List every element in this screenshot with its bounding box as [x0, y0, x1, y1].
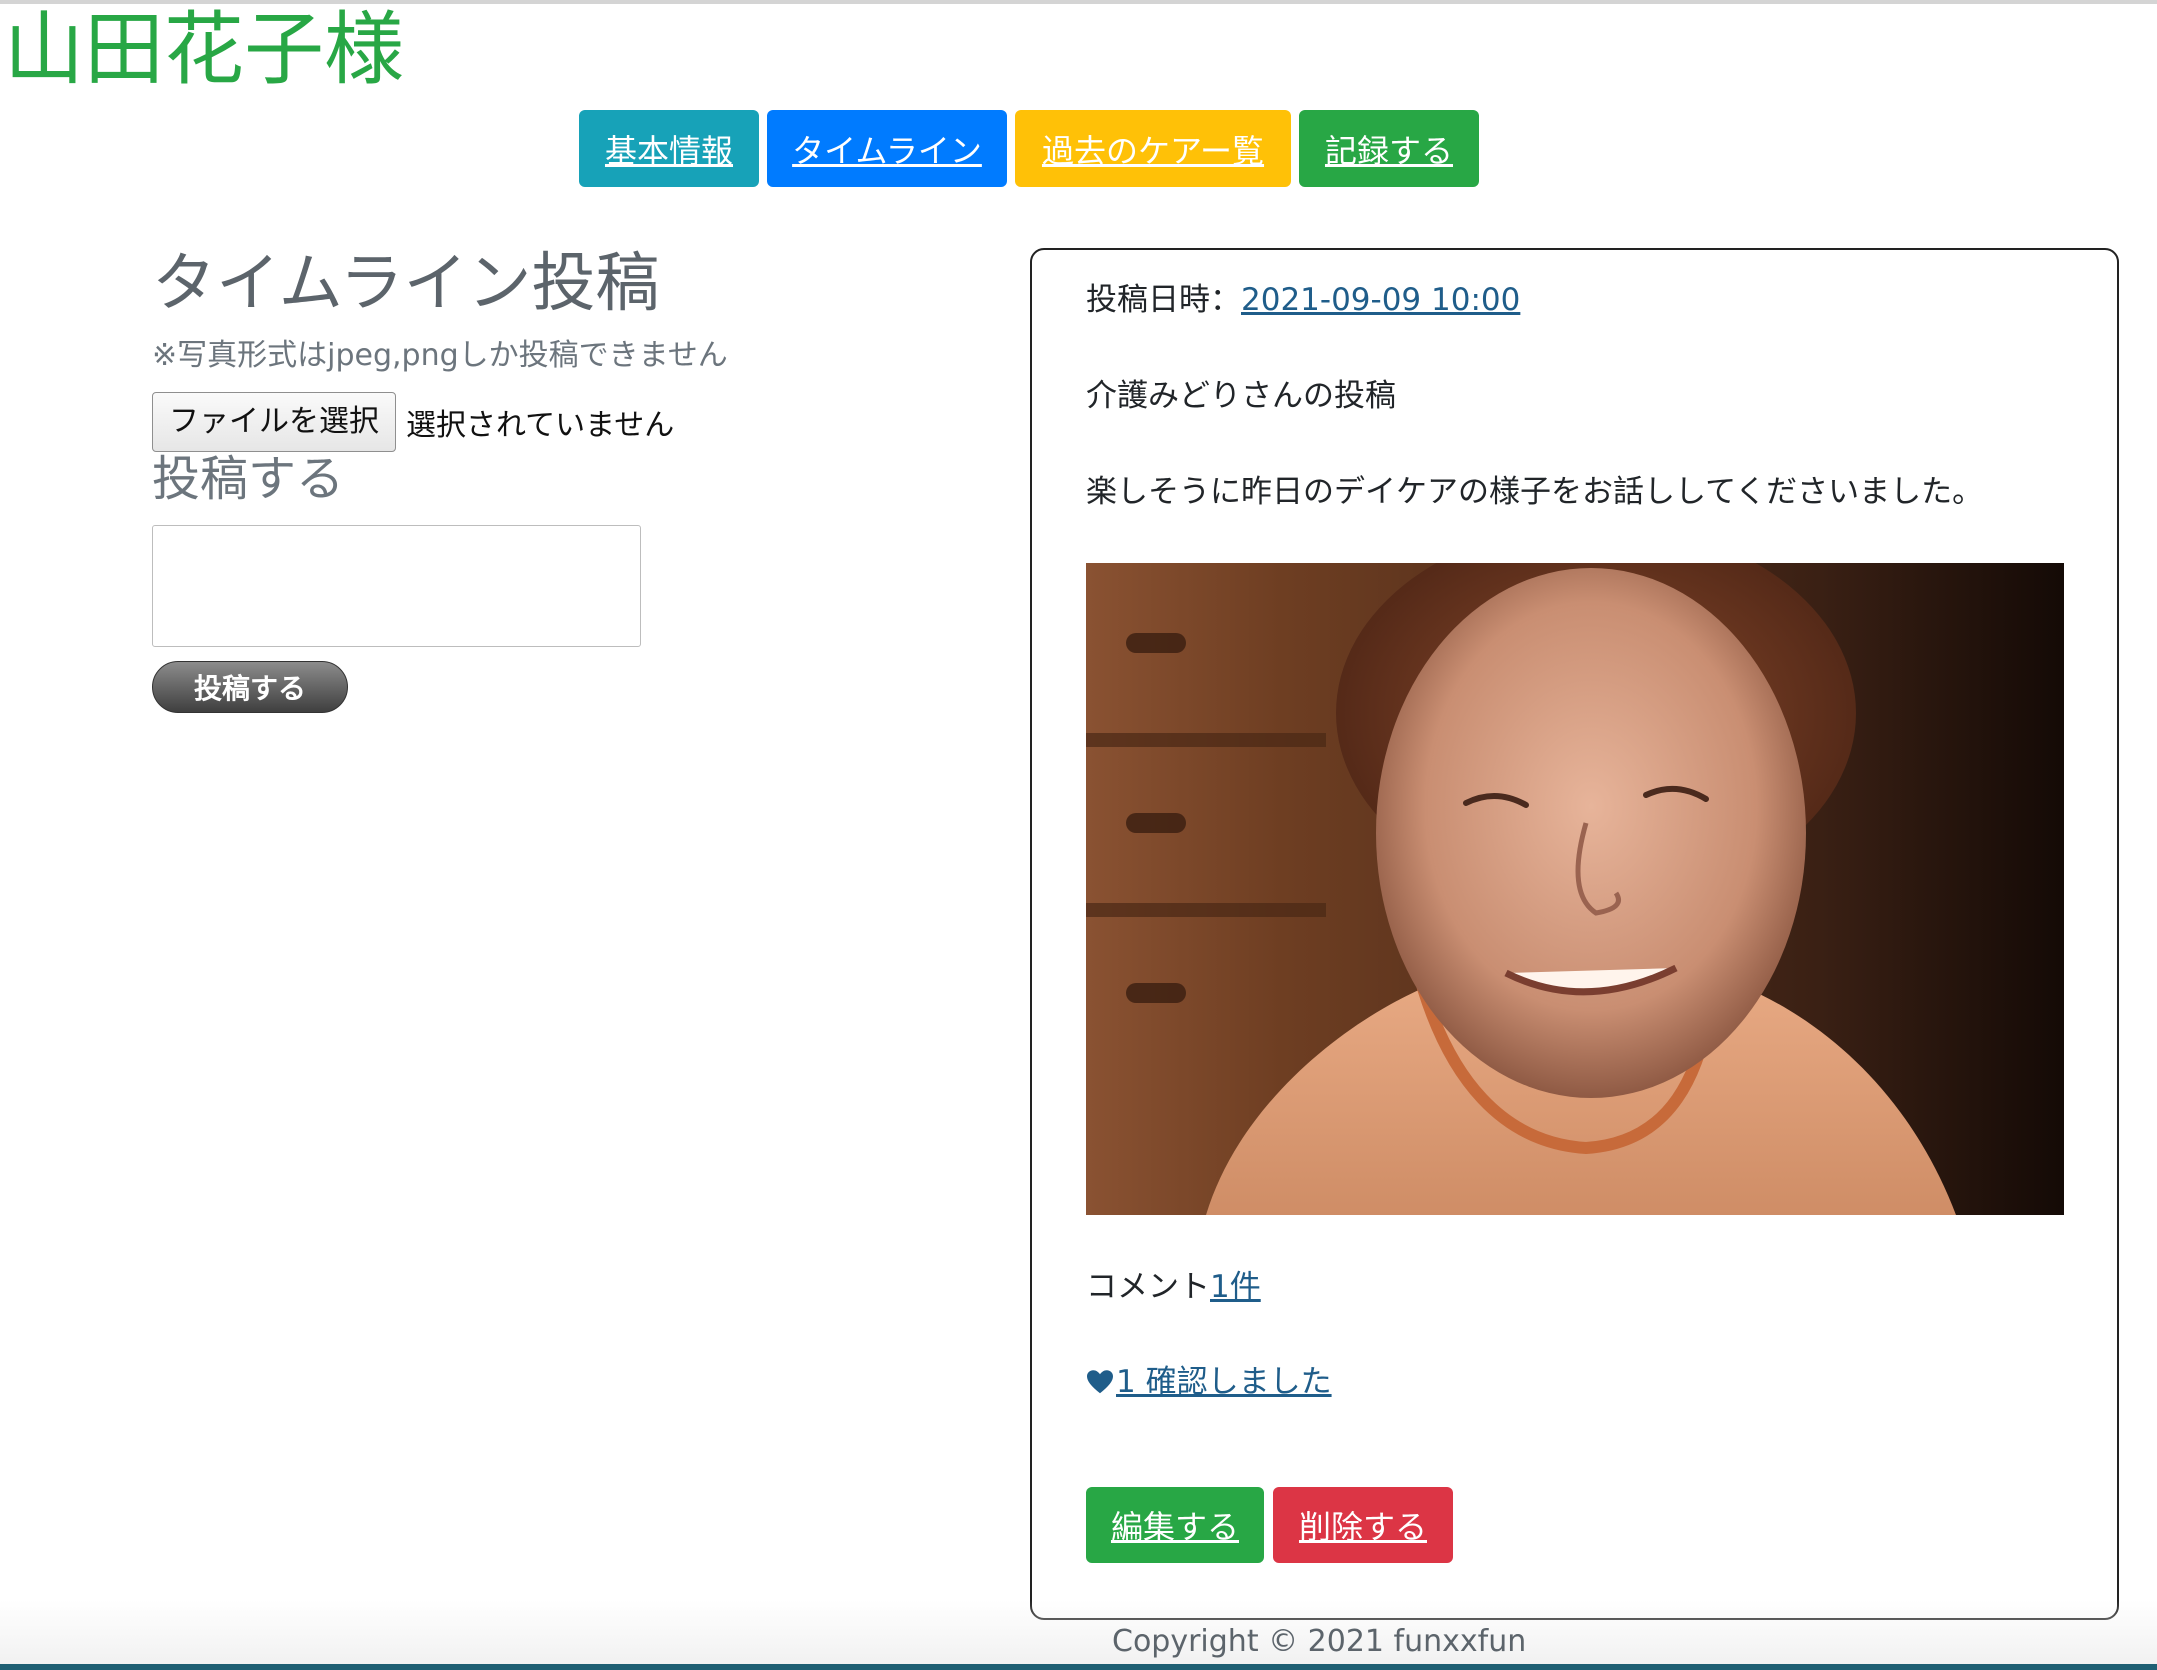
post-datetime-row: 投稿日時：2021-09-09 10:00: [1086, 278, 1520, 322]
footer-shadow: [0, 1600, 2157, 1670]
comment-label: コメント: [1086, 1269, 1210, 1305]
file-status-text: 選択されていません: [406, 408, 675, 443]
elderly-woman-photo: [1086, 563, 2064, 1215]
nav-care-history-button[interactable]: 過去のケアー覧: [1015, 110, 1291, 187]
heart-icon: [1087, 1370, 1113, 1394]
choose-file-button[interactable]: ファイルを選択: [152, 392, 396, 452]
nav-record-button[interactable]: 記録する: [1299, 110, 1479, 187]
page: 山田花子様 基本情報 タイムライン 過去のケアー覧 記録する タイムライン投稿 …: [0, 0, 2157, 1670]
timeline-post-title: タイムライン投稿: [152, 247, 660, 321]
confirm-like-text[interactable]: 1 確認しました: [1116, 1360, 1332, 1404]
delete-post-button[interactable]: 削除する: [1273, 1487, 1453, 1563]
comment-count-link[interactable]: 1件: [1210, 1269, 1261, 1305]
nav-timeline-button[interactable]: タイムライン: [767, 110, 1007, 187]
file-input-row: ファイルを選択 選択されていません: [152, 392, 674, 452]
post-photo: [1086, 563, 2064, 1215]
post-textarea-label: 投稿する: [152, 451, 345, 507]
post-textarea[interactable]: [152, 525, 641, 647]
edit-post-button[interactable]: 編集する: [1086, 1487, 1264, 1563]
comment-row: コメント1件: [1086, 1265, 1261, 1309]
post-datetime-link[interactable]: 2021-09-09 10:00: [1241, 282, 1520, 318]
patient-name-title: 山田花子様: [4, 3, 404, 96]
bottom-divider: [0, 1664, 2157, 1670]
post-datetime-label: 投稿日時：: [1086, 282, 1241, 318]
copyright-text: Copyright © 2021 funxxfun: [1112, 1624, 1527, 1659]
submit-post-button[interactable]: 投稿する: [152, 661, 348, 713]
photo-format-note: ※写真形式はjpeg,pngしか投稿できません: [152, 338, 728, 373]
post-author: 介護みどりさんの投稿: [1086, 378, 1396, 414]
nav-basic-info-button[interactable]: 基本情報: [579, 110, 759, 187]
post-body-text: 楽しそうに昨日のデイケアの様子をお話ししてくださいました。: [1086, 474, 1984, 510]
confirm-like-link[interactable]: 1 確認しました: [1086, 1360, 1332, 1404]
